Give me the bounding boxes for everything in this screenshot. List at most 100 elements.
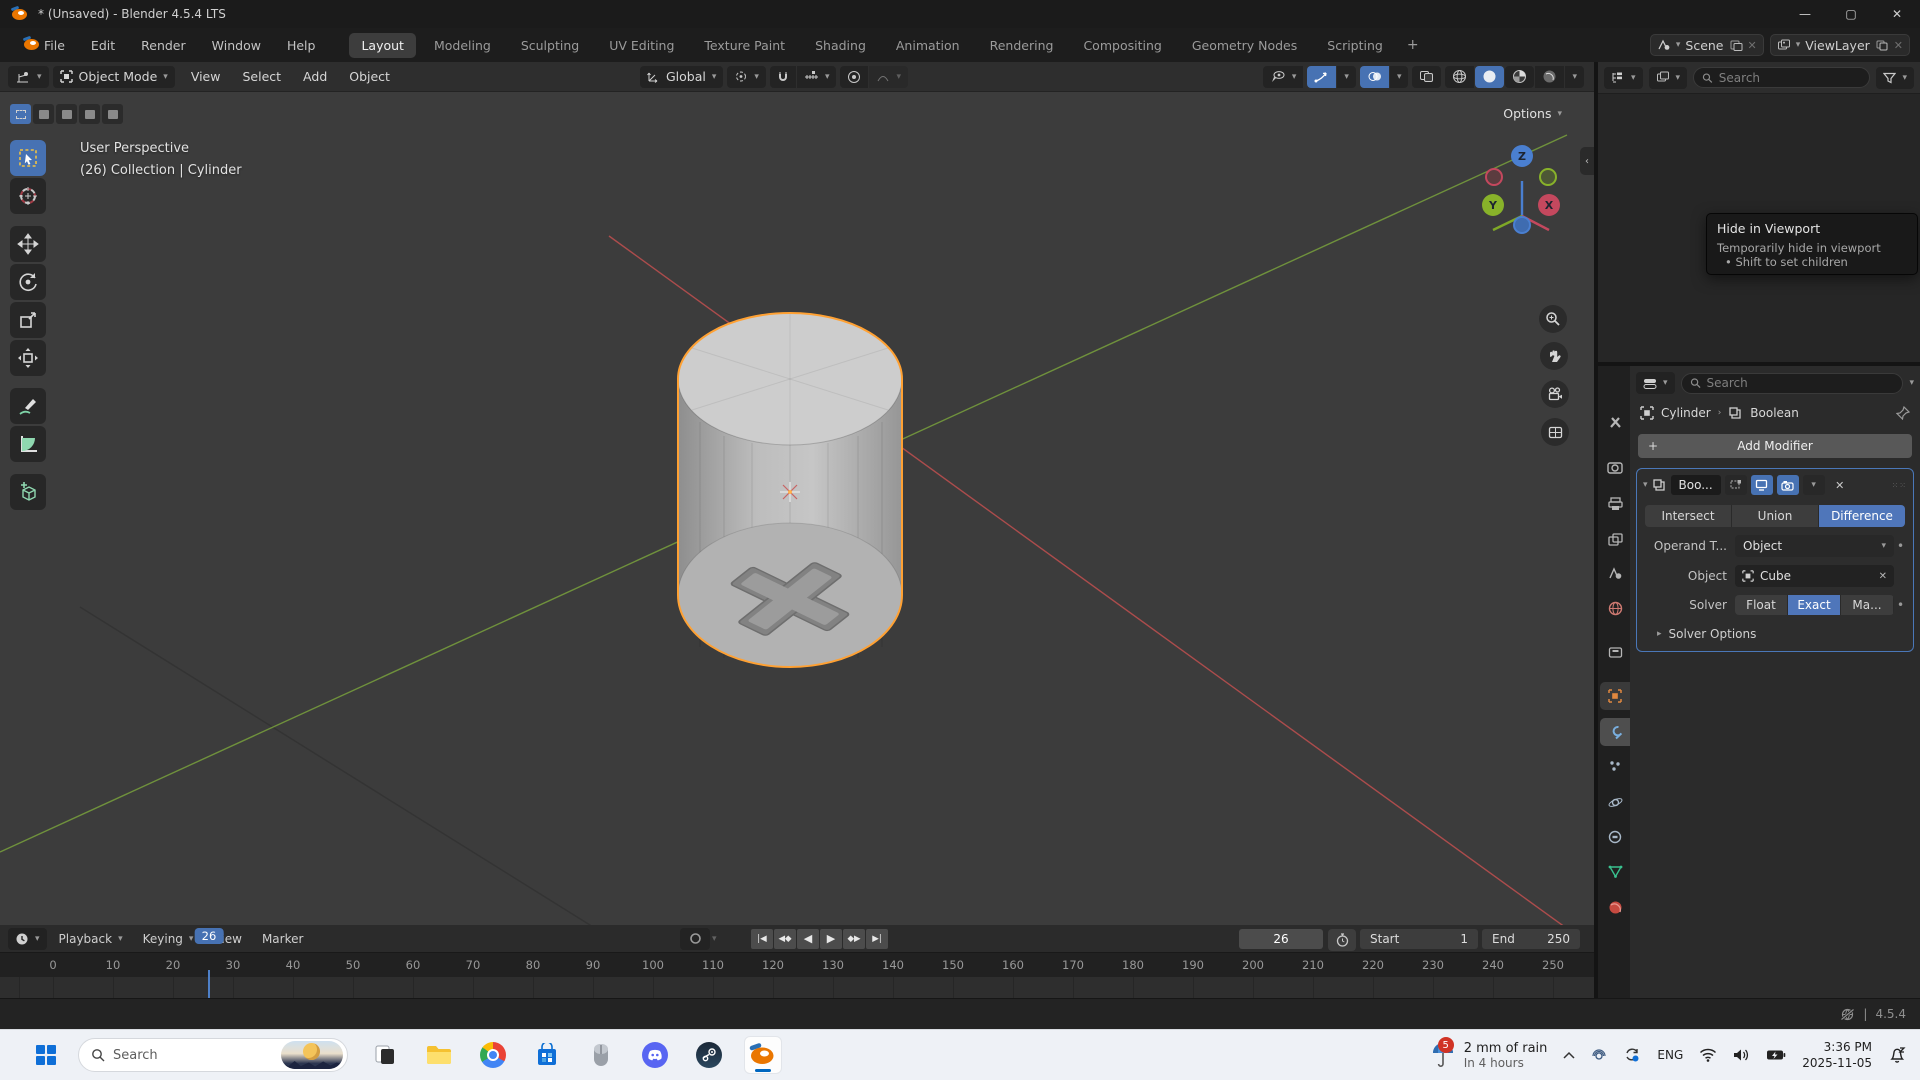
tab-world[interactable]	[1600, 594, 1630, 622]
copy-viewlayer-icon[interactable]	[1875, 39, 1889, 51]
marker-menu[interactable]: Marker	[254, 929, 311, 949]
gizmo-y-axis[interactable]: Y	[1482, 194, 1504, 216]
clear-object-icon[interactable]: ✕	[1879, 571, 1887, 582]
operation-union[interactable]: Union	[1732, 505, 1819, 527]
shading-rendered-button[interactable]	[1535, 66, 1564, 88]
menu-file[interactable]: File	[44, 38, 65, 53]
tab-view-layer[interactable]	[1600, 525, 1630, 553]
edit-mode-toggle[interactable]	[1725, 475, 1747, 495]
snap-settings-dropdown[interactable]: ▾	[797, 66, 837, 88]
tab-animation[interactable]: Animation	[884, 33, 972, 58]
gizmo-negative-z-axis[interactable]	[1513, 216, 1531, 234]
outliner-search-input[interactable]	[1719, 71, 1862, 85]
tab-object-data[interactable]	[1600, 857, 1630, 885]
play-reverse-button[interactable]: ◀	[797, 929, 819, 949]
tab-shading[interactable]: Shading	[803, 33, 878, 58]
timeline-track[interactable]	[0, 977, 1594, 998]
proportional-falloff-dropdown[interactable]: ▾	[869, 66, 908, 88]
properties-search[interactable]	[1681, 373, 1904, 394]
tab-modeling[interactable]: Modeling	[422, 33, 503, 58]
tab-compositing[interactable]: Compositing	[1071, 33, 1173, 58]
scene-selector[interactable]: ▾ Scene ✕	[1650, 34, 1764, 56]
use-preview-range-button[interactable]	[1328, 929, 1356, 951]
tab-tool[interactable]	[1600, 408, 1630, 436]
tab-geometry-nodes[interactable]: Geometry Nodes	[1180, 33, 1309, 58]
file-explorer-icon[interactable]	[420, 1036, 458, 1074]
add-modifier-button[interactable]: + Add Modifier	[1638, 434, 1912, 458]
current-frame-badge[interactable]: 26	[195, 928, 224, 944]
timeline-editor-type-button[interactable]: ▾	[8, 928, 47, 950]
microsoft-store-icon[interactable]	[528, 1036, 566, 1074]
drag-handle-icon[interactable]: ⁙⁙	[1892, 481, 1907, 490]
editor-type-button[interactable]: ▾	[8, 66, 49, 88]
maximize-button[interactable]: ▢	[1828, 0, 1874, 28]
tab-constraints[interactable]	[1600, 823, 1630, 851]
auto-keying-toggle[interactable]	[680, 928, 710, 950]
volume-icon[interactable]	[1733, 1048, 1750, 1062]
sidebar-collapse-handle[interactable]: ‹	[1580, 147, 1594, 175]
tray-device-icon[interactable]	[1591, 1047, 1607, 1063]
gizmos-dropdown[interactable]: ▾	[1337, 66, 1356, 88]
cursor-tool[interactable]	[10, 178, 46, 214]
solver-exact[interactable]: Exact	[1788, 595, 1841, 615]
properties-search-input[interactable]	[1707, 376, 1895, 390]
render-display-toggle[interactable]	[1777, 475, 1799, 495]
outliner-editor-type-button[interactable]: ▾	[1604, 67, 1643, 89]
mouse-settings-icon[interactable]	[582, 1036, 620, 1074]
new-scene-icon[interactable]	[1729, 39, 1743, 51]
frame-ruler[interactable]: 0102030405060708090100110120130140150160…	[0, 952, 1594, 977]
shading-material-button[interactable]	[1505, 66, 1534, 88]
shading-wireframe-button[interactable]	[1445, 66, 1474, 88]
solver-options-expander[interactable]: ▸ Solver Options	[1657, 627, 1907, 641]
viewport-menu-select[interactable]: Select	[242, 69, 281, 84]
properties-options-chevron[interactable]: ▾	[1909, 378, 1914, 388]
pin-icon[interactable]	[1896, 406, 1910, 420]
perspective-toggle-button[interactable]	[1541, 418, 1569, 446]
tab-output[interactable]	[1600, 490, 1630, 518]
taskbar-clock[interactable]: 3:36 PM 2025-11-05	[1802, 1039, 1872, 1071]
previous-keyframe-button[interactable]: ◀◆	[774, 929, 796, 949]
outliner-filter-button[interactable]: ▾	[1876, 67, 1914, 89]
snap-toggle[interactable]	[770, 66, 796, 88]
shading-dropdown[interactable]: ▾	[1565, 66, 1584, 88]
xray-toggle[interactable]	[1412, 66, 1441, 88]
viewlayer-selector[interactable]: ▾ ViewLayer ✕	[1770, 34, 1910, 56]
gizmo-z-axis[interactable]: Z	[1511, 145, 1533, 167]
tab-scene[interactable]	[1600, 559, 1630, 587]
start-button[interactable]	[28, 1037, 64, 1073]
keying-menu[interactable]: Keying▾	[135, 929, 202, 949]
camera-view-button[interactable]	[1541, 380, 1569, 408]
unlink-scene-icon[interactable]: ✕	[1748, 39, 1757, 52]
jump-to-start-button[interactable]: |◀	[751, 929, 773, 949]
discord-icon[interactable]	[636, 1036, 674, 1074]
blender-menu-icon[interactable]	[12, 36, 40, 52]
search-highlight-image[interactable]	[281, 1041, 343, 1069]
gizmo-x-axis[interactable]: X	[1538, 194, 1560, 216]
weather-widget[interactable]: 5 2 mm of rain In 4 hours	[1430, 1041, 1548, 1070]
tab-material[interactable]	[1600, 893, 1630, 921]
properties-display-button[interactable]: ▾	[1636, 372, 1675, 394]
animate-property-dot[interactable]: •	[1894, 539, 1907, 553]
navigation-gizmo[interactable]: Z Y X	[1467, 140, 1587, 440]
pivot-point-dropdown[interactable]: ▾	[727, 66, 766, 88]
annotate-tool[interactable]	[10, 388, 46, 424]
show-hidden-icons-button[interactable]	[1563, 1051, 1575, 1059]
menu-window[interactable]: Window	[212, 38, 261, 53]
select-mode-extend[interactable]	[33, 104, 54, 124]
tab-layout[interactable]: Layout	[349, 33, 416, 58]
viewport-menu-add[interactable]: Add	[303, 69, 327, 84]
transform-tool[interactable]	[10, 340, 46, 376]
viewport-menu-object[interactable]: Object	[349, 69, 390, 84]
select-mode-intersect[interactable]	[102, 104, 123, 124]
viewport-3d[interactable]: ▾ Object Mode ▾ View Select Add Object G…	[0, 62, 1594, 925]
tray-update-icon[interactable]	[1623, 1047, 1641, 1063]
menu-render[interactable]: Render	[141, 38, 186, 53]
gizmos-toggle[interactable]	[1307, 66, 1336, 88]
collapse-modifier-icon[interactable]: ▾	[1643, 480, 1648, 490]
end-frame-field[interactable]: End 250	[1482, 929, 1580, 949]
overlays-dropdown[interactable]: ▾	[1390, 66, 1409, 88]
playhead[interactable]	[208, 970, 210, 998]
add-cube-tool[interactable]	[10, 474, 46, 510]
outliner-display-mode-button[interactable]: ▾	[1649, 67, 1688, 89]
operand-type-dropdown[interactable]: Object▾	[1735, 535, 1894, 557]
